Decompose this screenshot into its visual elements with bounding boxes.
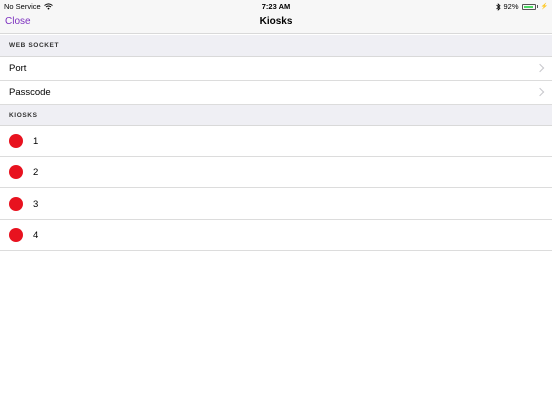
- section-header-websocket: WEB SOCKET: [0, 35, 552, 57]
- page-title: Kiosks: [259, 16, 293, 27]
- kiosk-row[interactable]: 3: [0, 188, 552, 220]
- charging-icon: ⚡: [540, 4, 548, 10]
- chevron-right-icon: [535, 63, 545, 73]
- status-time: 7:23 AM: [261, 2, 291, 11]
- port-row[interactable]: Port: [0, 57, 552, 81]
- status-bar: No Service 7:23 AM 92% ⚡: [0, 0, 552, 12]
- section-header-label: KIOSKS: [9, 112, 38, 119]
- kiosk-row[interactable]: 2: [0, 157, 552, 188]
- kiosk-row[interactable]: 1: [0, 126, 552, 157]
- battery-cap: [536, 5, 538, 8]
- kiosk-label: 3: [33, 199, 39, 210]
- battery-fill: [523, 5, 533, 8]
- kiosk-row[interactable]: 4: [0, 220, 552, 251]
- kiosk-label: 2: [33, 167, 39, 178]
- battery-icon: [521, 3, 536, 10]
- kiosk-label: 4: [33, 230, 39, 241]
- kiosk-label: 1: [33, 136, 39, 147]
- bluetooth-icon: [495, 2, 501, 11]
- port-label: Port: [9, 63, 27, 74]
- passcode-label: Passcode: [9, 87, 51, 98]
- status-dot-icon: [9, 134, 23, 148]
- status-dot-icon: [9, 228, 23, 242]
- status-dot-icon: [9, 197, 23, 211]
- status-dot-icon: [9, 165, 23, 179]
- passcode-row[interactable]: Passcode: [0, 81, 552, 105]
- empty-area: [0, 251, 552, 414]
- navigation-bar: Close Kiosks: [0, 12, 552, 34]
- section-header-label: WEB SOCKET: [9, 42, 60, 49]
- section-header-kiosks: KIOSKS: [0, 105, 552, 126]
- battery-percent: 92%: [503, 2, 519, 11]
- chevron-right-icon: [535, 87, 545, 97]
- status-right: 92% ⚡: [495, 2, 548, 11]
